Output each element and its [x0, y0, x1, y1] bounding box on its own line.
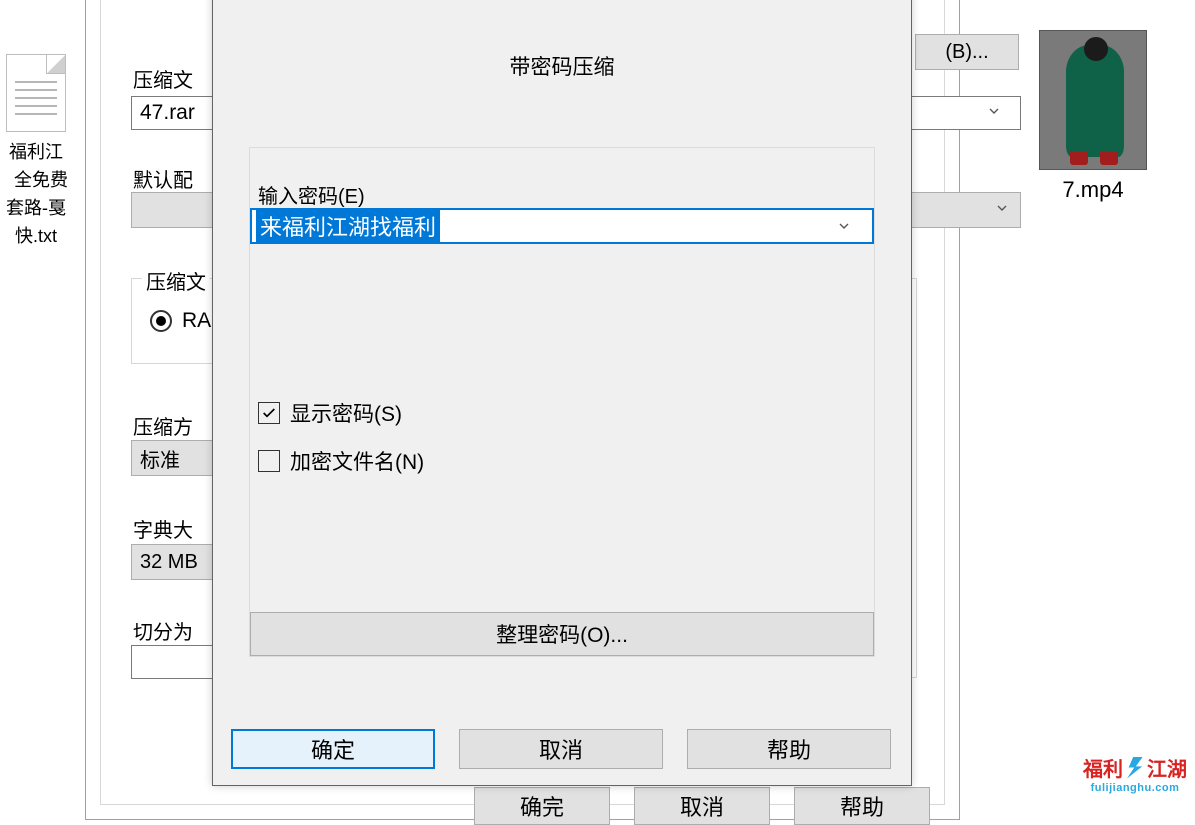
checkbox-unchecked-icon	[258, 450, 280, 472]
split-label: 切分为	[133, 616, 193, 645]
password-value: 来福利江湖找福利	[256, 208, 440, 244]
watermark-cn-right: 江湖	[1147, 753, 1187, 782]
password-group: 输入密码(E) 来福利江湖找福利 显示密码(S) 加密文件名(N) 整理密码(O…	[249, 147, 875, 657]
txt-file-item[interactable]: 福利江 全免费 套路-戛 快.txt	[4, 54, 68, 250]
encrypt-names-checkbox[interactable]: 加密文件名(N)	[258, 446, 424, 476]
video-thumbnail	[1039, 30, 1147, 170]
password-dialog-title: 带密码压缩	[213, 0, 911, 81]
show-password-checkbox[interactable]: 显示密码(S)	[258, 398, 402, 428]
video-filename: 7.mp4	[1062, 176, 1123, 204]
cancel-button[interactable]: 取消	[459, 729, 663, 769]
password-dialog: 带密码压缩 输入密码(E) 来福利江湖找福利 显示密码(S) 加密文件名(N) …	[212, 0, 912, 786]
profile-label: 默认配	[133, 164, 193, 193]
help-button[interactable]: 帮助	[687, 729, 891, 769]
txt-file-icon	[6, 54, 66, 132]
chevron-down-icon[interactable]	[994, 199, 1010, 222]
watermark: 福利 江湖 fulijianghu.com	[1083, 753, 1187, 794]
watermark-site: fulijianghu.com	[1091, 782, 1180, 794]
chevron-down-icon[interactable]	[986, 101, 1002, 125]
browse-button[interactable]: (B)...	[915, 34, 1019, 70]
archive-name-label: 压缩文	[133, 64, 193, 93]
parent-cancel-button[interactable]: 取消	[634, 787, 770, 825]
watermark-cn-left: 福利	[1083, 753, 1123, 782]
enter-password-label: 输入密码(E)	[258, 180, 365, 209]
dict-label: 字典大	[133, 514, 193, 543]
txt-filename: 福利江 全免费 套路-戛 快.txt	[4, 138, 68, 250]
chevron-down-icon[interactable]	[826, 210, 862, 242]
method-label: 压缩方	[133, 411, 193, 440]
format-rar-radio[interactable]: RA	[150, 309, 211, 333]
radio-dot-icon	[150, 310, 172, 332]
parent-ok-button[interactable]: 确完	[474, 787, 610, 825]
ok-button[interactable]: 确定	[231, 729, 435, 769]
password-input[interactable]: 来福利江湖找福利	[250, 208, 874, 244]
password-dialog-actions: 确定 取消 帮助	[231, 729, 893, 769]
checkbox-checked-icon	[258, 402, 280, 424]
format-legend: 压缩文	[142, 266, 210, 295]
parent-help-button[interactable]: 帮助	[794, 787, 930, 825]
manage-passwords-button[interactable]: 整理密码(O)...	[250, 612, 874, 656]
video-file-item[interactable]: 7.mp4	[1039, 30, 1147, 204]
bolt-icon	[1127, 757, 1143, 779]
